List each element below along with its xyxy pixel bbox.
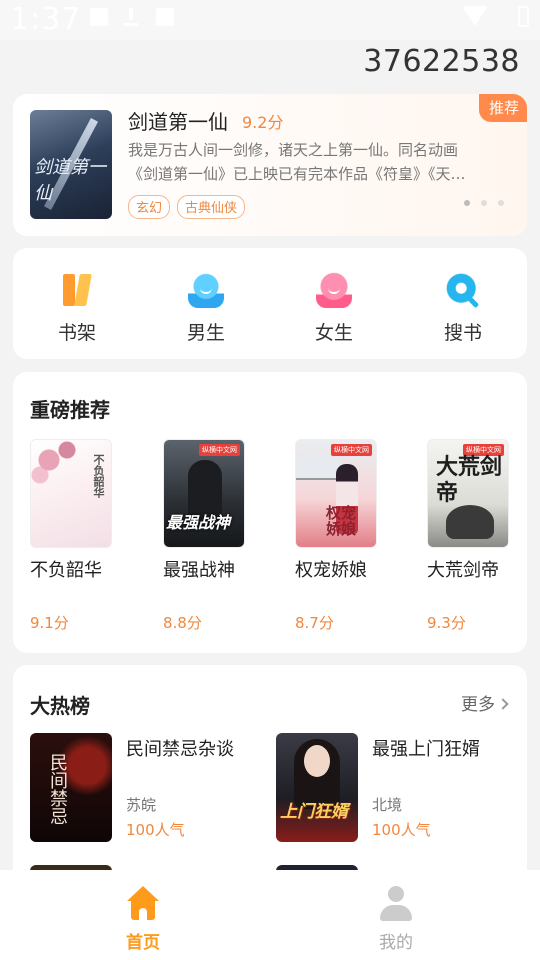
download-notification-icon [122, 8, 140, 26]
banner-book-cover[interactable]: 剑道第一仙 [30, 110, 112, 219]
book-card[interactable]: 不负韶华 不负韶华 9.1分 [30, 439, 122, 633]
nav-label: 男生 [186, 322, 225, 344]
carousel-indicator [464, 200, 504, 206]
nav-label: 女生 [314, 322, 353, 344]
carousel-dot [498, 200, 504, 206]
search-icon [445, 272, 481, 308]
recommend-section: 重磅推荐 不负韶华 不负韶华 9.1分 纵横中文网 最强战神 最强战神 8.8分… [13, 372, 527, 653]
nav-search[interactable]: 搜书 [423, 272, 503, 345]
hot-list-item[interactable]: 上门狂婿 最强上门狂婿 北境 100人气 [276, 733, 516, 843]
book-name: 最强上门狂婿 [372, 739, 480, 760]
banner-book-title[interactable]: 剑道第一仙 [128, 106, 228, 135]
book-popularity: 100人气 [126, 821, 185, 839]
featured-banner[interactable]: 推荐 剑道第一仙 剑道第一仙 9.2分 我是万古人间一剑修，诸天之上第一仙。同名… [13, 94, 527, 236]
hot-list-section: 大热榜 更多 民间禁忌 民间禁忌杂谈 苏皖 100人气 上门狂婿 最强上门狂婿 … [13, 665, 527, 895]
home-icon [124, 886, 162, 922]
publisher-badge: 纵横中文网 [331, 444, 372, 456]
gallery-notification-icon [90, 8, 108, 26]
status-time: 1:37 [10, 2, 82, 37]
battery-icon [518, 6, 529, 27]
section-title: 重磅推荐 [30, 398, 110, 422]
chevron-right-icon [497, 698, 509, 710]
wifi-icon [462, 6, 488, 26]
user-icon [377, 886, 415, 922]
book-cover[interactable]: 民间禁忌 [30, 733, 112, 842]
tab-mine[interactable]: 我的 [356, 886, 436, 953]
publisher-badge: 纵横中文网 [199, 444, 240, 456]
carousel-dot-active [464, 200, 470, 206]
book-cover[interactable]: 纵横中文网 最强战神 [163, 439, 245, 548]
carousel-dot [481, 200, 487, 206]
tab-label: 我的 [379, 933, 413, 953]
male-icon [188, 272, 224, 308]
tab-home[interactable]: 首页 [103, 886, 183, 953]
banner-tags: 玄幻 古典仙侠 [128, 195, 246, 219]
book-name: 民间禁忌杂谈 [126, 739, 234, 760]
banner-cover-title: 剑道第一仙 [34, 157, 106, 204]
genre-tag[interactable]: 古典仙侠 [177, 195, 246, 219]
book-card[interactable]: 纵横中文网 权宠娇娘 权宠娇娘 8.7分 [295, 439, 387, 633]
book-card[interactable]: 纵横中文网 最强战神 最强战神 8.8分 [163, 439, 255, 633]
book-cover[interactable]: 上门狂婿 [276, 733, 358, 842]
genre-tag[interactable]: 玄幻 [128, 195, 171, 219]
book-score: 9.1分 [30, 614, 69, 632]
nav-female[interactable]: 女生 [294, 272, 374, 345]
banner-book-description: 我是万古人间一剑修，诸天之上第一仙。同名动画 《剑道第一仙》已上映已有完本作品《… [128, 141, 466, 183]
book-cover[interactable]: 不负韶华 [30, 439, 112, 548]
category-nav: 书架 男生 女生 搜书 [13, 248, 527, 359]
book-name: 最强战神 [163, 560, 235, 581]
nav-bookshelf[interactable]: 书架 [37, 272, 117, 345]
book-popularity: 100人气 [372, 821, 431, 839]
tab-label: 首页 [126, 933, 160, 953]
section-title: 大热榜 [30, 694, 90, 718]
book-cover[interactable]: 纵横中文网 大荒剑帝 [427, 439, 509, 548]
book-name: 大荒剑帝 [427, 560, 499, 581]
bookshelf-icon [59, 272, 95, 308]
nav-label: 书架 [57, 322, 96, 344]
bottom-tab-bar: 首页 我的 [0, 870, 540, 960]
status-bar: 1:37 [0, 0, 540, 40]
female-icon [316, 272, 352, 308]
nav-label: 搜书 [443, 322, 482, 344]
app-notification-icon [156, 8, 174, 26]
book-name: 不负韶华 [30, 560, 102, 581]
hot-list-item[interactable]: 民间禁忌 民间禁忌杂谈 苏皖 100人气 [30, 733, 270, 843]
book-author: 北境 [372, 796, 403, 814]
book-card[interactable]: 纵横中文网 大荒剑帝 大荒剑帝 9.3分 [427, 439, 519, 633]
book-cover[interactable]: 纵横中文网 权宠娇娘 [295, 439, 377, 548]
book-score: 9.3分 [427, 614, 466, 632]
book-score: 8.7分 [295, 614, 334, 632]
recommend-tag: 推荐 [478, 94, 527, 122]
user-id: 37622538 [363, 44, 520, 79]
nav-male[interactable]: 男生 [166, 272, 246, 345]
book-author: 苏皖 [126, 796, 157, 814]
more-link[interactable]: 更多 [461, 690, 509, 715]
book-score: 8.8分 [163, 614, 202, 632]
banner-book-score: 9.2分 [242, 113, 284, 132]
book-name: 权宠娇娘 [295, 560, 367, 581]
